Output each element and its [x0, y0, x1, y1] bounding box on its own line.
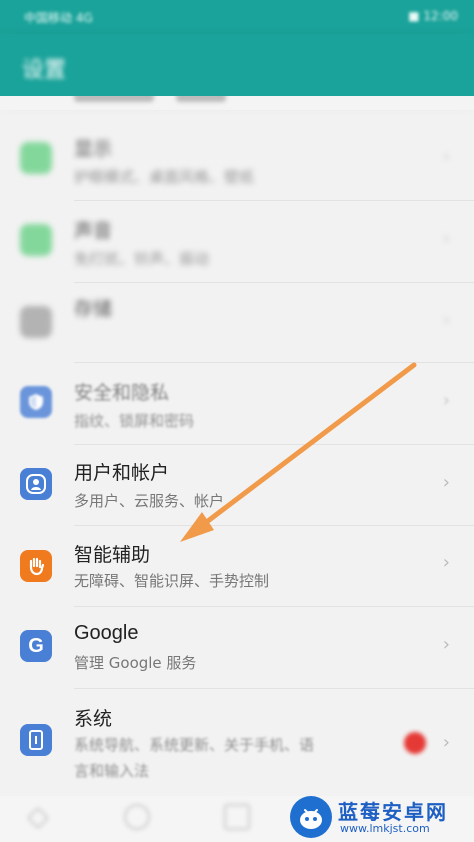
- user-icon: [20, 468, 52, 500]
- divider: [74, 688, 474, 689]
- settings-item-users-accounts[interactable]: 用户和帐户 多用户、云服务、帐户 ›: [0, 446, 474, 526]
- watermark-name: 蓝莓安卓网: [338, 800, 448, 824]
- settings-item-title: 显示: [74, 138, 113, 160]
- home-icon[interactable]: [124, 804, 150, 830]
- settings-item-subtitle: 指纹、锁屏和密码: [74, 412, 195, 430]
- settings-item-google[interactable]: G Google 管理 Google 服务 ›: [0, 608, 474, 688]
- settings-item-security[interactable]: 安全和隐私 指纹、锁屏和密码 ›: [0, 364, 474, 444]
- storage-icon: [20, 306, 52, 338]
- settings-item-subtitle: 免打扰、铃声、振动: [74, 250, 210, 268]
- settings-item-title: Google: [74, 622, 139, 644]
- settings-item-subtitle: 系统导航、系统更新、关于手机、语: [74, 736, 315, 754]
- chevron-right-icon: ›: [442, 552, 450, 573]
- chevron-right-icon: ›: [442, 390, 450, 411]
- watermark-logo-icon: [290, 796, 332, 838]
- divider: [74, 362, 474, 363]
- settings-item-title: 智能辅助: [74, 544, 151, 566]
- divider: [74, 444, 474, 445]
- settings-item-title: 安全和隐私: [74, 382, 170, 404]
- settings-item-title: 用户和帐户: [74, 462, 170, 484]
- sound-icon: [20, 224, 52, 256]
- back-icon[interactable]: [26, 806, 50, 830]
- hand-icon: [20, 550, 52, 582]
- settings-item-subtitle: 管理 Google 服务: [74, 654, 197, 672]
- shield-icon: [20, 386, 52, 418]
- app-bar: 设置: [0, 34, 474, 96]
- chevron-right-icon: ›: [442, 228, 450, 249]
- system-icon: [20, 724, 52, 756]
- chevron-right-icon: ›: [442, 634, 450, 655]
- partial-list-item: [0, 96, 474, 110]
- status-right: ■ 12:00: [408, 9, 458, 23]
- watermark-url: www.lmkjst.com: [340, 822, 430, 835]
- google-icon: G: [20, 630, 52, 662]
- recents-icon[interactable]: [224, 804, 250, 830]
- settings-item-title: 存储: [74, 298, 113, 320]
- settings-item-storage[interactable]: 存储 ›: [0, 282, 474, 362]
- chevron-right-icon: ›: [442, 310, 450, 331]
- settings-item-subtitle: 无障碍、智能识屏、手势控制: [74, 572, 270, 590]
- chevron-right-icon: ›: [442, 472, 450, 493]
- settings-item-subtitle: 多用户、云服务、帐户: [74, 492, 225, 510]
- settings-item-subtitle: 护眼模式、桌面风格、壁纸: [74, 168, 255, 186]
- chevron-right-icon: ›: [442, 146, 450, 167]
- carrier-text: 中国移动 4G: [24, 11, 93, 25]
- status-bar: 中国移动 4G ■ 12:00: [0, 0, 474, 34]
- settings-item-smart-assist[interactable]: 智能辅助 无障碍、智能识屏、手势控制 ›: [0, 526, 474, 606]
- chevron-right-icon: ›: [442, 732, 450, 753]
- divider: [74, 606, 474, 607]
- page-title: 设置: [22, 58, 67, 83]
- watermark: 蓝莓安卓网 www.lmkjst.com: [290, 794, 468, 840]
- settings-item-subtitle-line2: 言和输入法: [74, 762, 150, 780]
- settings-item-sound[interactable]: 声音 免打扰、铃声、振动 ›: [0, 200, 474, 280]
- settings-item-display[interactable]: 显示 护眼模式、桌面风格、壁纸 ›: [0, 118, 474, 198]
- notification-badge: [404, 732, 426, 754]
- display-icon: [20, 142, 52, 174]
- settings-item-title: 系统: [74, 708, 113, 730]
- settings-item-title: 声音: [74, 220, 113, 242]
- settings-item-system[interactable]: 系统 系统导航、系统更新、关于手机、语 言和输入法 ›: [0, 690, 474, 790]
